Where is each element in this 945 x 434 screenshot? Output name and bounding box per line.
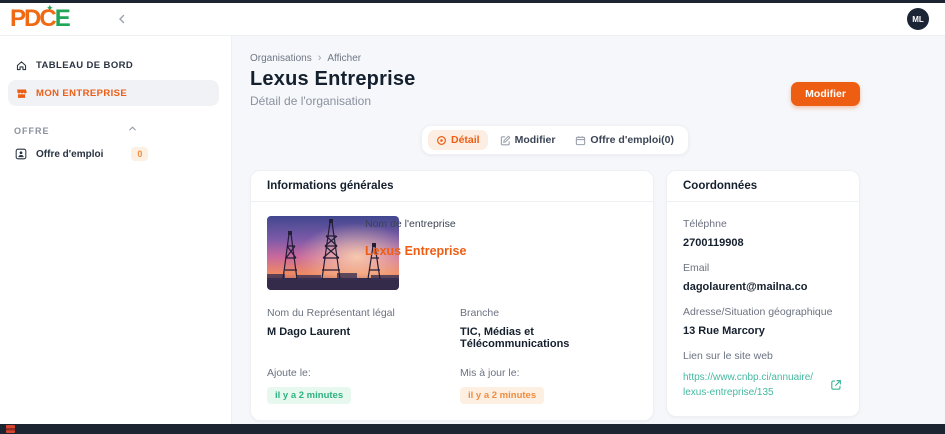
added-date-badge: il y a 2 minutes [267, 387, 352, 404]
tab-detail[interactable]: Détail [427, 130, 488, 150]
logo-spark-icon: ✦ [46, 3, 54, 13]
tab-label: Offre d'emploi(0) [590, 134, 675, 146]
phone-label: Téléphne [683, 218, 727, 230]
company-name-value: Lexus Entreprise [365, 244, 467, 258]
breadcrumb-separator-icon: › [317, 52, 322, 64]
external-link-icon[interactable] [829, 378, 843, 392]
page-title: Lexus Entreprise [250, 68, 416, 90]
app-logo[interactable]: PDCE ✦ [10, 3, 71, 33]
added-date-label: Ajoute le: [267, 367, 311, 379]
website-link[interactable]: https://www.cnbp.ci/annuaire/lexus-entre… [683, 370, 815, 400]
sidebar-item-dashboard[interactable]: TABLEAU DE BORD [8, 52, 219, 78]
updated-date-label: Mis à jour le: [460, 367, 520, 379]
modifier-button[interactable]: Modifier [791, 82, 860, 106]
home-icon [14, 58, 28, 72]
breadcrumb-organisations[interactable]: Organisations [250, 53, 312, 64]
website-label: Lien sur le site web [683, 350, 773, 362]
contact-card-title: Coordonnées [667, 171, 859, 202]
page-subtitle: Détail de l'organisation [250, 94, 372, 108]
general-info-card: Informations générales Nom de l'entrepri… [250, 170, 654, 421]
job-offers-count-badge: 0 [131, 147, 149, 161]
company-name-label: Nom de l'entreprise [365, 218, 456, 230]
eye-icon [436, 135, 447, 146]
email-value: dagolaurent@mailna.co [683, 281, 808, 293]
user-avatar[interactable]: ML [907, 8, 929, 30]
detail-tabs: Détail Modifier Offre d'emploi(0) [420, 125, 690, 155]
legal-rep-value: M Dago Laurent [267, 326, 351, 338]
updated-date-badge: il y a 2 minutes [460, 387, 545, 404]
logo-letter: D [24, 5, 41, 32]
branch-label: Branche [460, 307, 500, 319]
calendar-icon [575, 135, 586, 146]
sidebar-section-label: OFFRE [14, 126, 50, 136]
main-content: Organisations › Afficher Lexus Entrepris… [232, 36, 945, 424]
tab-modifier[interactable]: Modifier [492, 130, 564, 150]
storefront-icon [14, 86, 28, 100]
sidebar-item-label: Offre d'emploi [36, 148, 104, 160]
legal-rep-label: Nom du Représentant légal [267, 307, 395, 319]
tab-label: Détail [450, 134, 480, 146]
breadcrumb-afficher[interactable]: Afficher [327, 53, 361, 64]
phone-value: 2700119908 [683, 237, 744, 249]
sidebar-item-my-company[interactable]: MON ENTREPRISE [8, 80, 219, 106]
tab-offre-emploi[interactable]: Offre d'emploi(0) [567, 130, 682, 150]
taskbar-strip [0, 424, 945, 434]
logo-letter: P [10, 5, 26, 32]
sidebar-section-offre[interactable]: OFFRE [14, 126, 231, 136]
tab-label: Modifier [514, 134, 556, 146]
branch-value: TIC, Médias et Télécommunications [460, 326, 570, 350]
contact-card: Coordonnées Téléphne 2700119908 Email da… [666, 170, 860, 417]
email-label: Email [683, 262, 710, 274]
sidebar-item-label: TABLEAU DE BORD [36, 59, 134, 71]
breadcrumb: Organisations › Afficher [250, 52, 860, 64]
edit-pencil-icon [500, 135, 511, 146]
taskbar-icon [6, 425, 15, 433]
chevron-up-icon[interactable] [128, 124, 137, 133]
person-badge-icon [14, 147, 28, 161]
sidebar-item-label: MON ENTREPRISE [36, 87, 128, 99]
address-label: Adresse/Situation géographique [683, 306, 833, 318]
screen-top-edge [0, 0, 945, 3]
address-value: 13 Rue Marcory [683, 325, 765, 337]
general-info-card-title: Informations générales [251, 171, 653, 202]
sidebar-item-job-offers[interactable]: Offre d'emploi 0 [8, 142, 219, 166]
logo-letter: E [54, 5, 71, 32]
sidebar: TABLEAU DE BORD MON ENTREPRISE OFFRE Off… [0, 36, 232, 424]
sidebar-collapse-icon[interactable] [117, 14, 127, 24]
app-header: PDCE ✦ ML [0, 3, 945, 36]
